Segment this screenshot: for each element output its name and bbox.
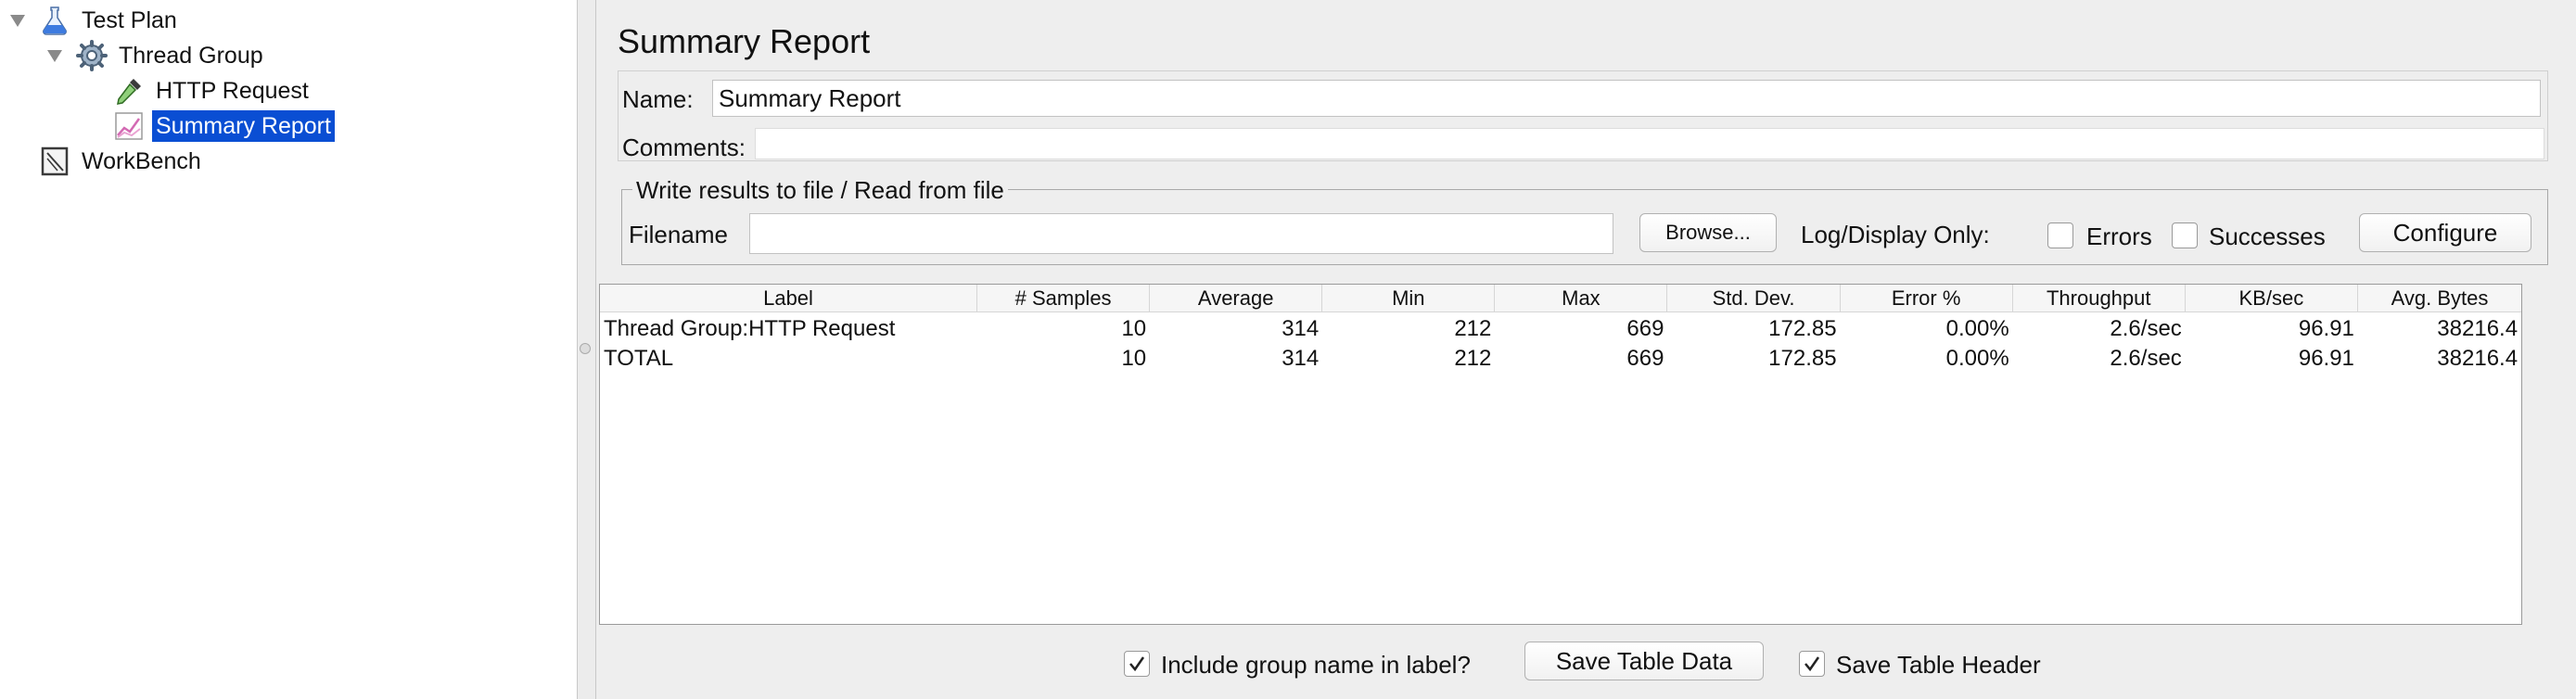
table-cell: 669	[1626, 346, 1664, 371]
table-row[interactable]: Thread Group:HTTP Request 10 314 212 669…	[600, 314, 2521, 344]
workbench-icon	[37, 144, 72, 179]
tree-node-workbench[interactable]: WorkBench	[37, 145, 205, 178]
thread-group-gear-icon	[74, 38, 109, 73]
include-group-name-label: Include group name in label?	[1161, 651, 1471, 679]
table-cell: 2.6/sec	[2110, 346, 2182, 371]
table-cell: 172.85	[1768, 346, 1837, 371]
table-cell: 212	[1454, 316, 1492, 341]
expand-triangle-icon[interactable]	[45, 45, 65, 66]
table-cell: 0.00%	[1945, 346, 2009, 371]
table-cell: 669	[1626, 316, 1664, 341]
column-header-avg-bytes[interactable]: Avg. Bytes	[2358, 285, 2521, 312]
table-cell: 314	[1282, 316, 1320, 341]
checkmark-icon	[1129, 656, 1145, 672]
test-plan-tree[interactable]: Test Plan Thread Group HTTP Request Summ…	[0, 0, 578, 699]
errors-label: Errors	[2086, 222, 2152, 250]
tree-node-summary-report[interactable]: Summary Report	[111, 109, 335, 143]
column-header-min[interactable]: Min	[1322, 285, 1496, 312]
include-group-name-checkbox[interactable]	[1124, 651, 1150, 677]
test-plan-flask-icon	[37, 3, 72, 38]
http-request-pipette-icon	[111, 73, 147, 108]
name-label: Name:	[622, 85, 694, 113]
table-cell: 96.91	[2298, 346, 2354, 371]
tree-node-http-request[interactable]: HTTP Request	[111, 74, 312, 108]
divider-grip-icon[interactable]	[580, 343, 591, 354]
save-table-data-button[interactable]: Save Table Data	[1524, 642, 1764, 680]
column-header-throughput[interactable]: Throughput	[2013, 285, 2186, 312]
errors-checkbox[interactable]	[2047, 222, 2073, 248]
results-table[interactable]: Label # Samples Average Min Max Std. Dev…	[599, 284, 2522, 625]
summary-report-graph-icon	[111, 108, 147, 144]
table-cell: 0.00%	[1945, 316, 2009, 341]
tree-label: HTTP Request	[156, 78, 309, 104]
column-header-max[interactable]: Max	[1495, 285, 1668, 312]
table-cell: TOTAL	[604, 346, 674, 371]
save-table-header-label: Save Table Header	[1836, 651, 2041, 679]
tree-node-thread-group[interactable]: Thread Group	[45, 39, 267, 72]
tree-label: Summary Report	[152, 110, 335, 142]
table-cell: Thread Group:HTTP Request	[604, 316, 896, 341]
column-header-kb-sec[interactable]: KB/sec	[2186, 285, 2358, 312]
configure-button[interactable]: Configure	[2359, 213, 2531, 252]
page-title: Summary Report	[618, 22, 871, 60]
table-header: Label # Samples Average Min Max Std. Dev…	[600, 285, 2521, 312]
table-cell: 10	[1121, 316, 1147, 341]
table-cell: 38216.4	[2437, 316, 2519, 341]
column-header-samples[interactable]: # Samples	[977, 285, 1151, 312]
summary-report-panel: Summary Report Name: Comments: Write res…	[597, 0, 2576, 699]
successes-checkbox[interactable]	[2172, 222, 2198, 248]
checkmark-icon	[1804, 656, 1820, 672]
tree-node-test-plan[interactable]: Test Plan	[7, 4, 181, 37]
expand-triangle-icon[interactable]	[7, 10, 28, 31]
table-cell: 172.85	[1768, 316, 1837, 341]
table-cell: 314	[1282, 346, 1320, 371]
comments-input[interactable]	[755, 128, 2544, 159]
filename-input[interactable]	[749, 213, 1613, 254]
browse-button[interactable]: Browse...	[1639, 213, 1777, 252]
log-display-only-label: Log/Display Only:	[1801, 221, 1990, 248]
tree-label: WorkBench	[82, 148, 201, 174]
table-row[interactable]: TOTAL 10 314 212 669 172.85 0.00% 2.6/se…	[600, 344, 2521, 374]
table-cell: 2.6/sec	[2110, 316, 2182, 341]
name-input[interactable]	[712, 80, 2541, 117]
successes-label: Successes	[2209, 222, 2326, 250]
write-results-group-title: Write results to file / Read from file	[632, 176, 1008, 205]
filename-label: Filename	[629, 221, 728, 248]
save-table-header-checkbox[interactable]	[1799, 651, 1825, 677]
table-cell: 212	[1454, 346, 1492, 371]
bottom-bar: Include group name in label? Save Table …	[597, 627, 2576, 699]
tree-label: Test Plan	[82, 7, 177, 33]
table-cell: 10	[1121, 346, 1147, 371]
column-header-label[interactable]: Label	[600, 285, 978, 312]
column-header-std-dev[interactable]: Std. Dev.	[1667, 285, 1841, 312]
table-cell: 96.91	[2298, 316, 2354, 341]
table-cell: 38216.4	[2437, 346, 2519, 371]
comments-label: Comments:	[622, 133, 746, 161]
column-header-error-percent[interactable]: Error %	[1841, 285, 2013, 312]
tree-label: Thread Group	[119, 43, 263, 69]
column-header-average[interactable]: Average	[1150, 285, 1323, 312]
